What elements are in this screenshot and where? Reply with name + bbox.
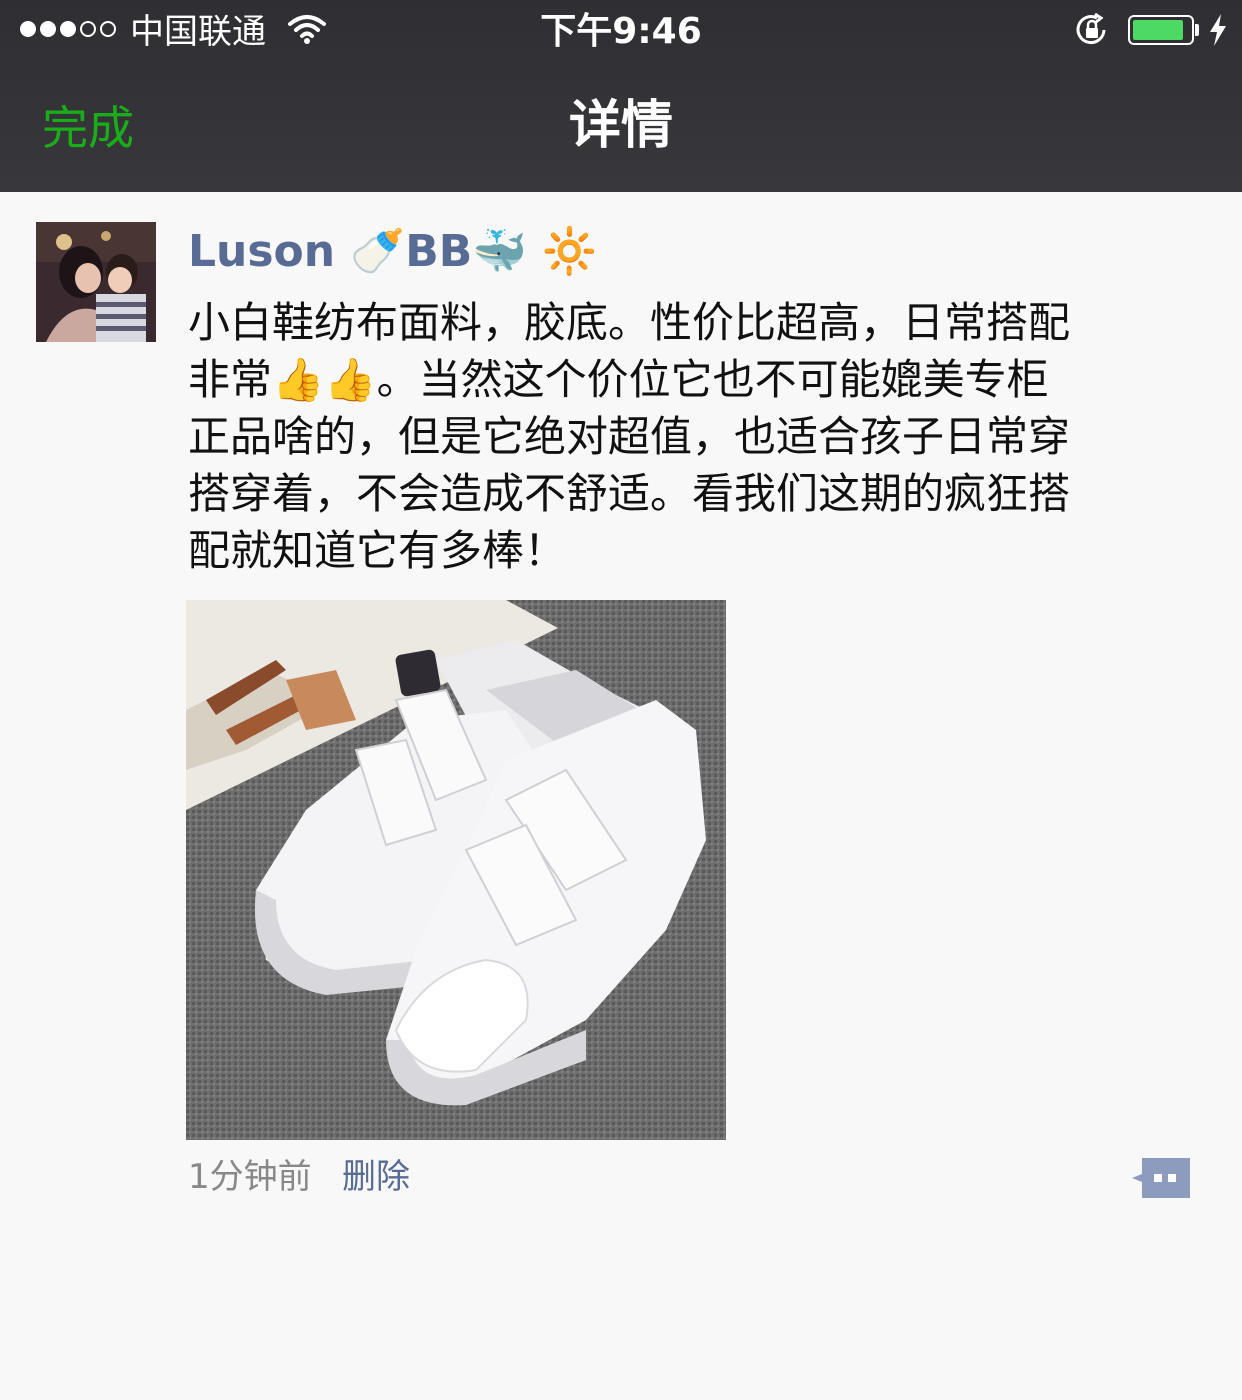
post-content-line: 正品啥的，但是它绝对超值，也适合孩子日常穿 xyxy=(188,412,1071,461)
status-time: 下午9:46 xyxy=(540,11,702,52)
post-content-line: 小白鞋纺布面料，胶底。性价比超高，日常搭配 xyxy=(188,298,1071,347)
post-content: 小白鞋纺布面料，胶底。性价比超高，日常搭配 非常👍👍。当然这个价位它也不可能媲美… xyxy=(188,294,1178,579)
post-content-line: 配就知道它有多棒！ xyxy=(188,526,567,575)
rotation-lock-icon xyxy=(1076,12,1106,45)
top-bar: 中国联通 下午9:46 完成 详情 xyxy=(0,0,1242,192)
post-author[interactable]: Luson 🍼BB🐳 🔆 xyxy=(188,224,597,280)
post-timestamp: 1分钟前 xyxy=(188,1157,312,1197)
post-photo[interactable] xyxy=(186,600,726,1140)
status-bar: 中国联通 下午9:46 xyxy=(0,0,1242,64)
nav-bar: 完成 详情 xyxy=(0,64,1242,192)
battery-nub xyxy=(1195,24,1199,36)
comment-icon[interactable] xyxy=(1132,1158,1192,1198)
battery-icon xyxy=(1128,15,1194,45)
avatar[interactable] xyxy=(36,222,156,342)
post-content-line: 搭穿着，不会造成不舒适。看我们这期的疯狂搭 xyxy=(188,469,1071,518)
post-content-line: 非常👍👍。当然这个价位它也不可能媲美专柜 xyxy=(188,355,1049,404)
page-title: 详情 xyxy=(568,96,673,156)
delete-button[interactable]: 删除 xyxy=(342,1154,410,1200)
charging-bolt-icon xyxy=(1210,14,1226,46)
